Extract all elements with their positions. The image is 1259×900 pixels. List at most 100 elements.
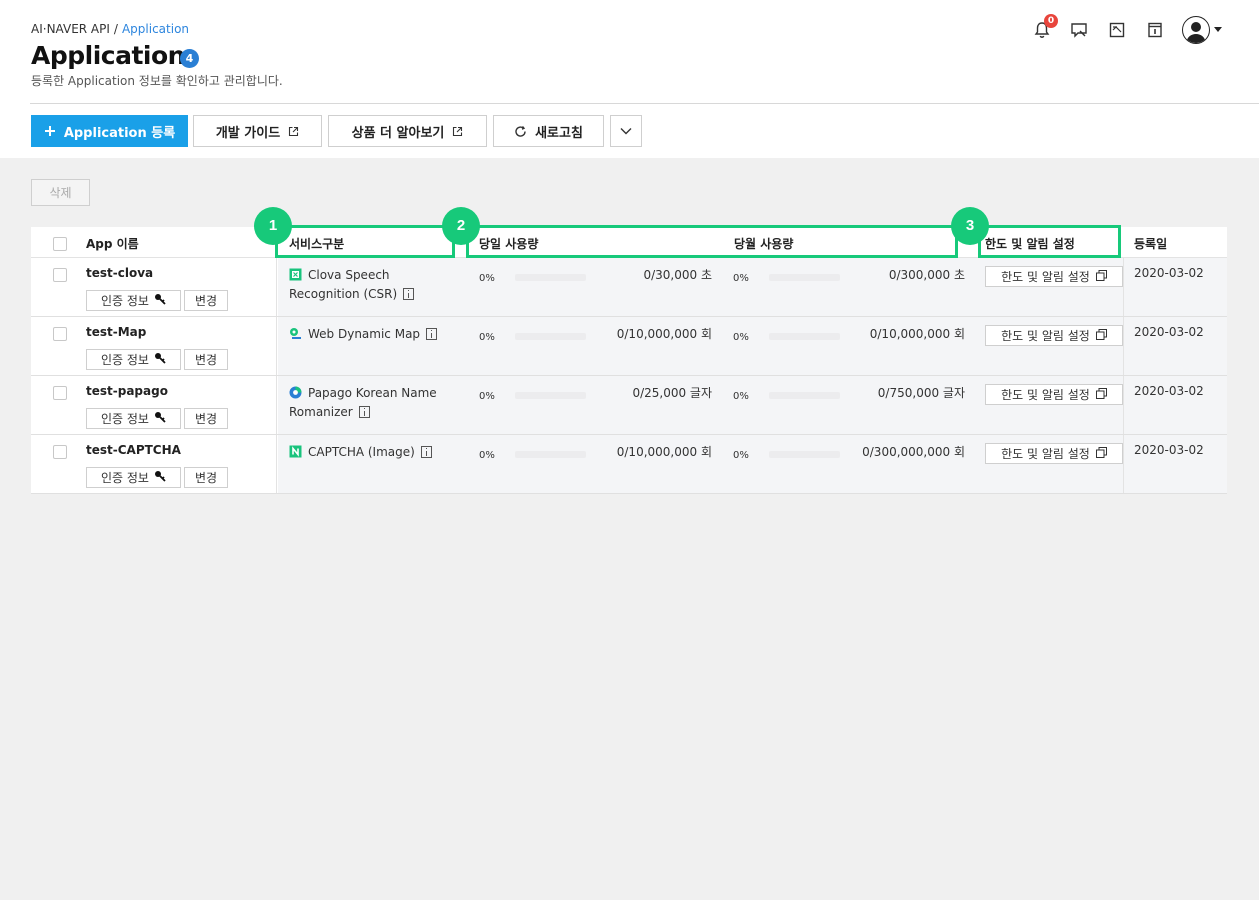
product-more-button[interactable]: 상품 더 알아보기: [328, 115, 487, 147]
header-app-name: App 이름: [86, 237, 139, 251]
register-application-label: Application 등록: [63, 125, 176, 141]
header-divider: [30, 103, 1259, 104]
chat-icon[interactable]: [1069, 20, 1089, 40]
dev-guide-button[interactable]: 개발 가이드: [193, 115, 322, 147]
refresh-button[interactable]: 새로고침: [493, 115, 604, 147]
service-name: Papago Korean Name Romanizer: [289, 384, 469, 422]
monthly-usage-value: 0/10,000,000 회: [869, 327, 965, 341]
monthly-usage-percent: 0%: [733, 332, 749, 343]
refresh-icon: [515, 125, 526, 137]
annotation-marker-3: 3: [951, 207, 989, 245]
info-icon[interactable]: [403, 288, 415, 300]
key-icon: [154, 352, 166, 367]
info-icon[interactable]: [420, 446, 432, 458]
monthly-usage-value: 0/750,000 글자: [877, 386, 965, 400]
auth-info-button[interactable]: 인증 정보: [86, 408, 181, 429]
header-reg-date: 등록일: [1134, 237, 1168, 251]
daily-usage-percent: 0%: [479, 391, 495, 402]
change-button[interactable]: 변경: [184, 408, 228, 429]
daily-usage-value: 0/10,000,000 회: [616, 445, 712, 459]
limit-settings-label: 한도 및 알림 설정: [1001, 270, 1090, 284]
limit-settings-button[interactable]: 한도 및 알림 설정: [985, 325, 1123, 346]
limit-settings-button[interactable]: 한도 및 알림 설정: [985, 384, 1123, 405]
auth-info-button[interactable]: 인증 정보: [86, 349, 181, 370]
breadcrumb-current[interactable]: Application: [122, 22, 189, 36]
application-table: App 이름 서비스구분 당일 사용량 당월 사용량 한도 및 알림 설정 등록…: [31, 227, 1227, 494]
daily-usage-percent: 0%: [479, 273, 495, 284]
app-name[interactable]: test-CAPTCHA: [86, 443, 181, 457]
change-button[interactable]: 변경: [184, 349, 228, 370]
row-checkbox[interactable]: [53, 327, 67, 341]
annotation-box-limit: [978, 225, 1121, 258]
service-name: Clova Speech Recognition (CSR): [289, 266, 469, 304]
breadcrumb-root[interactable]: AI·NAVER API: [31, 22, 110, 36]
delete-button[interactable]: 삭제: [31, 179, 90, 206]
limit-settings-button[interactable]: 한도 및 알림 설정: [985, 266, 1123, 287]
daily-usage-percent: 0%: [479, 332, 495, 343]
table-row: test-CAPTCHA 인증 정보 변경 CAPTCHA (Image) 0% 0/10…: [31, 435, 1227, 494]
table-row: test-Map 인증 정보 변경 Web Dynamic Map 0% 0/10,000…: [31, 317, 1227, 376]
change-button[interactable]: 변경: [184, 290, 228, 311]
service-name-line1: CAPTCHA (Image): [308, 445, 415, 459]
chevron-down-icon[interactable]: [1214, 27, 1222, 32]
breadcrumb-separator: /: [113, 22, 118, 36]
popup-window-icon: [1095, 269, 1107, 284]
auth-info-button[interactable]: 인증 정보: [86, 467, 181, 488]
map-icon: [289, 327, 302, 340]
monthly-usage-bar: [769, 274, 840, 281]
auth-info-button[interactable]: 인증 정보: [86, 290, 181, 311]
refresh-label: 새로고침: [535, 125, 583, 141]
select-all-checkbox[interactable]: [53, 237, 67, 251]
key-icon: [154, 411, 166, 426]
info-icon[interactable]: [426, 328, 438, 340]
app-name[interactable]: test-clova: [86, 266, 153, 280]
daily-usage-bar: [515, 392, 586, 399]
registration-date: 2020-03-02: [1134, 266, 1204, 280]
daily-usage-value: 0/25,000 글자: [632, 386, 712, 400]
auth-info-label: 인증 정보: [101, 294, 149, 308]
daily-usage-percent: 0%: [479, 450, 495, 461]
monthly-usage-value: 0/300,000,000 회: [862, 445, 965, 459]
table-row: test-clova 인증 정보 변경 Clova Speech Recognition…: [31, 258, 1227, 317]
daily-usage-value: 0/30,000 초: [643, 268, 712, 282]
user-avatar[interactable]: [1182, 16, 1210, 44]
row-checkbox[interactable]: [53, 268, 67, 282]
service-name-line2: Recognition (CSR): [289, 287, 398, 301]
daily-usage-bar: [515, 451, 586, 458]
dev-guide-label: 개발 가이드: [215, 125, 281, 141]
app-name[interactable]: test-papago: [86, 384, 168, 398]
service-name: CAPTCHA (Image): [289, 443, 469, 462]
product-more-label: 상품 더 알아보기: [351, 125, 445, 141]
limit-settings-label: 한도 및 알림 설정: [1001, 329, 1090, 343]
table-row: test-papago 인증 정보 변경 Papago Korean Name Roma…: [31, 376, 1227, 435]
popup-window-icon: [1095, 328, 1107, 343]
more-options-button[interactable]: [610, 115, 642, 147]
document-icon[interactable]: [1145, 20, 1165, 40]
app-count-badge: 4: [180, 49, 199, 68]
chevron-down-icon: [620, 128, 632, 135]
key-icon: [154, 293, 166, 308]
memo-icon[interactable]: [1107, 20, 1127, 40]
notification-count-badge: 0: [1044, 14, 1058, 28]
app-name[interactable]: test-Map: [86, 325, 146, 339]
monthly-usage-percent: 0%: [733, 391, 749, 402]
popup-window-icon: [1095, 446, 1107, 461]
monthly-usage-bar: [769, 451, 840, 458]
captcha-icon: [289, 445, 302, 458]
register-application-button[interactable]: Application 등록: [31, 115, 188, 147]
annotation-box-usage: [466, 225, 958, 258]
limit-settings-button[interactable]: 한도 및 알림 설정: [985, 443, 1123, 464]
daily-usage-bar: [515, 333, 586, 340]
external-link-icon: [453, 126, 463, 136]
row-checkbox[interactable]: [53, 386, 67, 400]
daily-usage-value: 0/10,000,000 회: [616, 327, 712, 341]
page-header: AI·NAVER API / Application Application 4 등…: [0, 0, 1259, 158]
service-name-line1: Papago Korean Name: [308, 386, 437, 400]
change-button[interactable]: 변경: [184, 467, 228, 488]
info-icon[interactable]: [358, 406, 370, 418]
annotation-marker-1: 1: [254, 207, 292, 245]
auth-info-label: 인증 정보: [101, 353, 149, 367]
row-checkbox[interactable]: [53, 445, 67, 459]
registration-date: 2020-03-02: [1134, 325, 1204, 339]
daily-usage-bar: [515, 274, 586, 281]
